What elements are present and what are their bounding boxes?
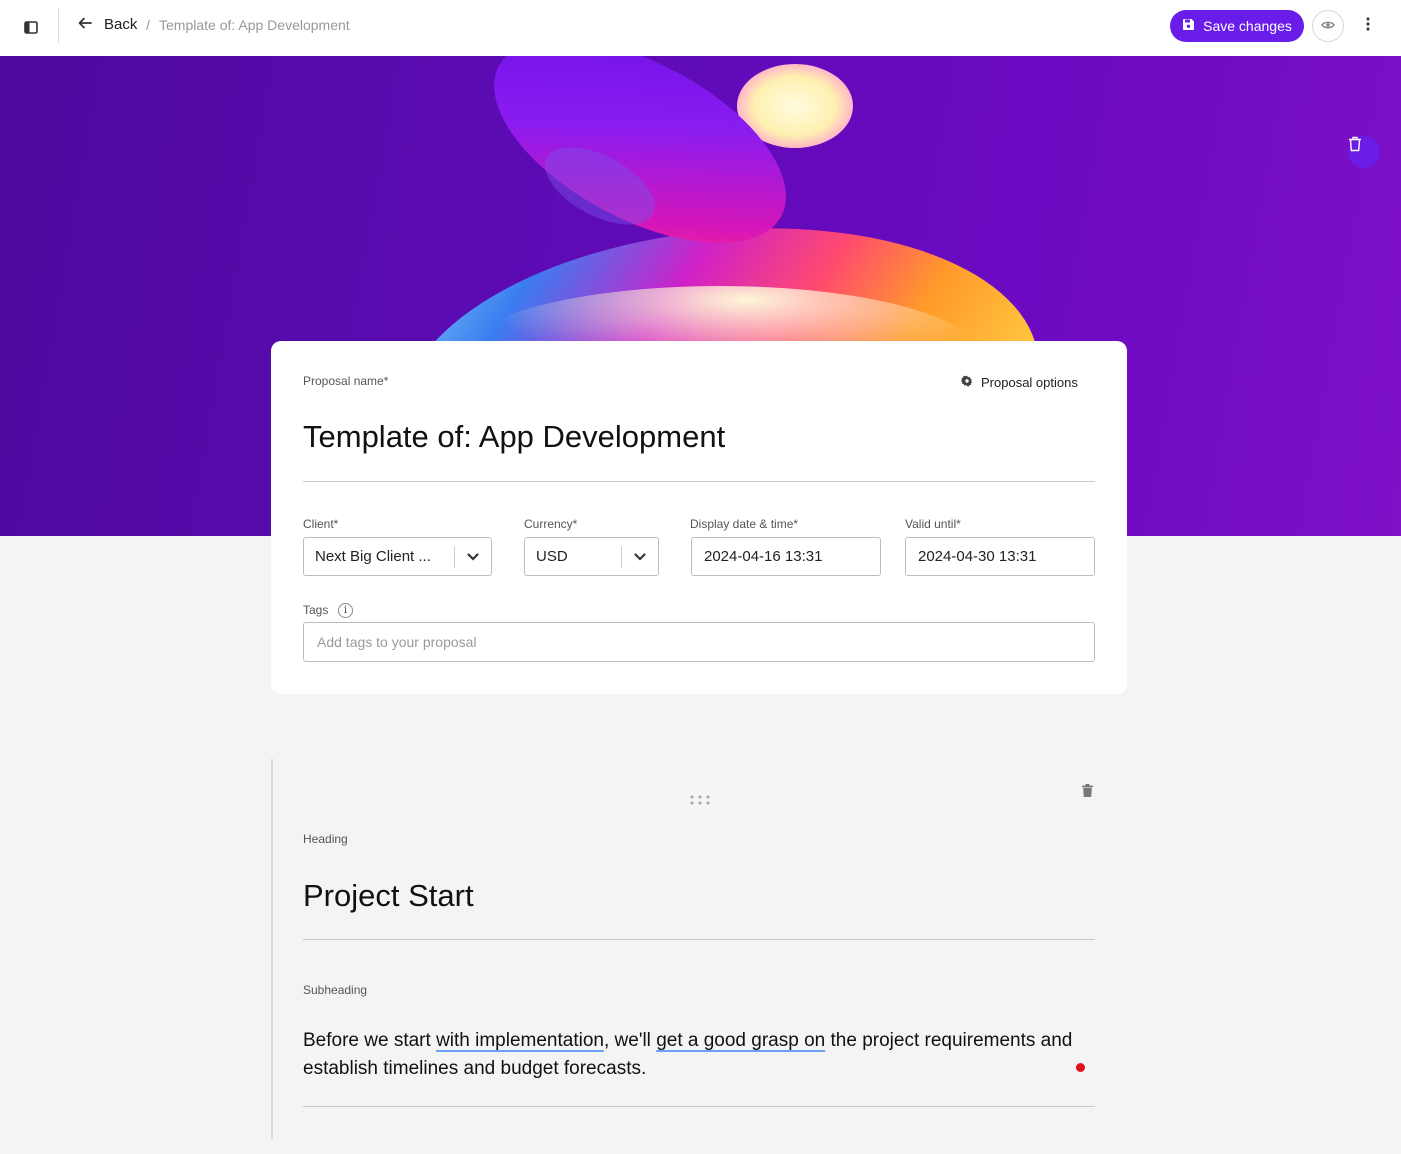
heading-label: Heading (303, 832, 348, 846)
display-date-input[interactable]: 2024-04-16 13:31 (691, 537, 881, 576)
subheading-text: , we'll (603, 1030, 657, 1051)
tags-input[interactable] (303, 622, 1095, 662)
subheading-input[interactable]: Before we start with implementation, we'… (303, 1027, 1093, 1083)
proposal-options-label: Proposal options (981, 375, 1078, 390)
display-date-label: Display date & time* (690, 517, 799, 531)
more-options-button[interactable] (1358, 14, 1378, 38)
alert-dot (1076, 1063, 1085, 1072)
heading-underline (303, 939, 1095, 940)
title-underline (303, 481, 1095, 482)
trash-icon[interactable] (1082, 784, 1096, 799)
section-left-border (271, 759, 273, 1139)
currency-select[interactable]: USD (524, 537, 659, 576)
spellcheck-suggestion[interactable]: get a good grasp on (656, 1030, 825, 1051)
drag-handle-icon[interactable] (689, 793, 711, 805)
breadcrumb-current: Template of: App Development (159, 17, 350, 33)
remove-cover-button[interactable] (1348, 136, 1380, 168)
display-date-value: 2024-04-16 13:31 (704, 548, 823, 565)
client-label: Client* (303, 517, 339, 531)
subheading-underline (303, 1106, 1095, 1107)
valid-until-value: 2024-04-30 13:31 (918, 548, 1037, 565)
currency-value: USD (536, 548, 568, 565)
subheading-text: Before we start (303, 1030, 437, 1051)
chevron-down-icon[interactable] (622, 552, 658, 561)
proposal-options-button[interactable]: Proposal options (961, 375, 1078, 390)
top-bar: Back / Template of: App Development Save… (0, 0, 1401, 56)
topbar-divider (58, 8, 59, 43)
subheading-label: Subheading (303, 983, 368, 997)
breadcrumb-separator: / (146, 17, 150, 33)
chevron-down-icon[interactable] (455, 552, 491, 561)
client-value: Next Big Client ... (315, 548, 431, 565)
proposal-name-input[interactable]: Template of: App Development (303, 419, 725, 455)
back-button[interactable]: Back (78, 16, 137, 33)
gear-icon (961, 375, 973, 390)
eye-icon (1321, 17, 1335, 35)
heading-input[interactable]: Project Start (303, 878, 474, 914)
sidebar-toggle-icon[interactable] (20, 16, 42, 38)
valid-until-input[interactable]: 2024-04-30 13:31 (905, 537, 1095, 576)
preview-button[interactable] (1312, 10, 1344, 42)
back-label: Back (104, 16, 138, 33)
floppy-disk-icon (1182, 18, 1195, 34)
info-icon[interactable]: i (338, 603, 353, 618)
proposal-name-label: Proposal name* (303, 374, 389, 388)
proposal-details-card: Proposal name* Proposal options Template… (271, 341, 1127, 694)
save-label: Save changes (1203, 18, 1292, 34)
valid-until-label: Valid until* (905, 517, 961, 531)
currency-label: Currency* (524, 517, 578, 531)
tags-label: Tags (303, 603, 329, 617)
spellcheck-suggestion[interactable]: with implementation (436, 1030, 604, 1051)
more-vertical-icon (1366, 16, 1370, 36)
client-select[interactable]: Next Big Client ... (303, 537, 492, 576)
save-button[interactable]: Save changes (1170, 10, 1304, 42)
arrow-left-icon (78, 16, 92, 33)
